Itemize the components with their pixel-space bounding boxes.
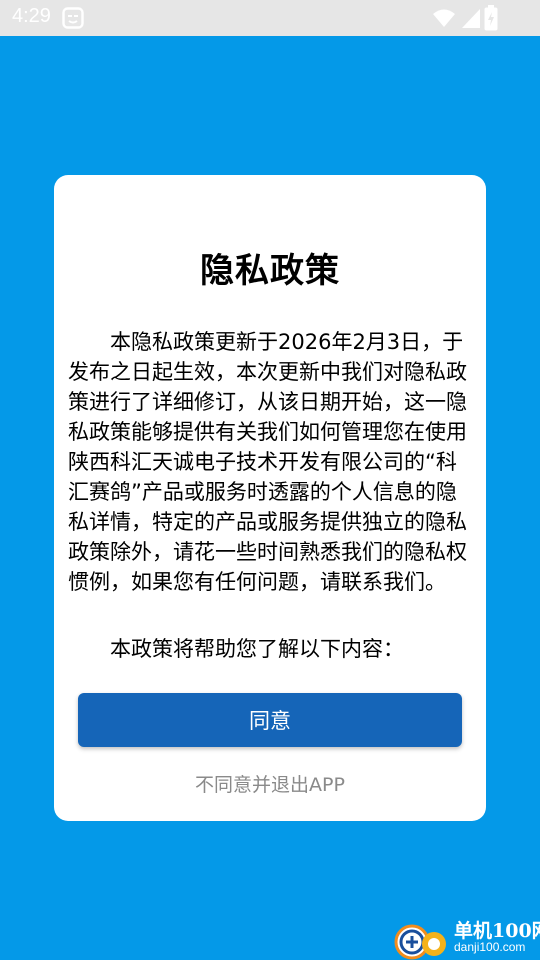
agree-button[interactable]: 同意 — [78, 693, 462, 747]
disagree-exit-button[interactable]: 不同意并退出APP — [0, 770, 540, 797]
watermark-name: 单机100网 — [454, 920, 540, 942]
watermark-logo-icon — [394, 924, 446, 960]
status-bar: 4:29 — [0, 0, 540, 36]
status-time: 4:29 — [12, 5, 51, 27]
watermark-url: danji100.com — [454, 940, 526, 954]
policy-intro-text: 本政策将帮助您了解以下内容： — [110, 637, 404, 661]
wifi-icon — [433, 9, 455, 27]
dialog-title: 隐私政策 — [200, 251, 340, 291]
watermark: 单机100网 danji100.com — [392, 914, 540, 960]
signal-icon — [462, 9, 480, 28]
battery-icon — [484, 5, 498, 31]
privacy-policy-text: 本隐私政策更新于2026年2月3日，于发布之日起生效，本次更新中我们对隐私政策进… — [68, 330, 467, 594]
app-notification-icon — [62, 7, 84, 29]
